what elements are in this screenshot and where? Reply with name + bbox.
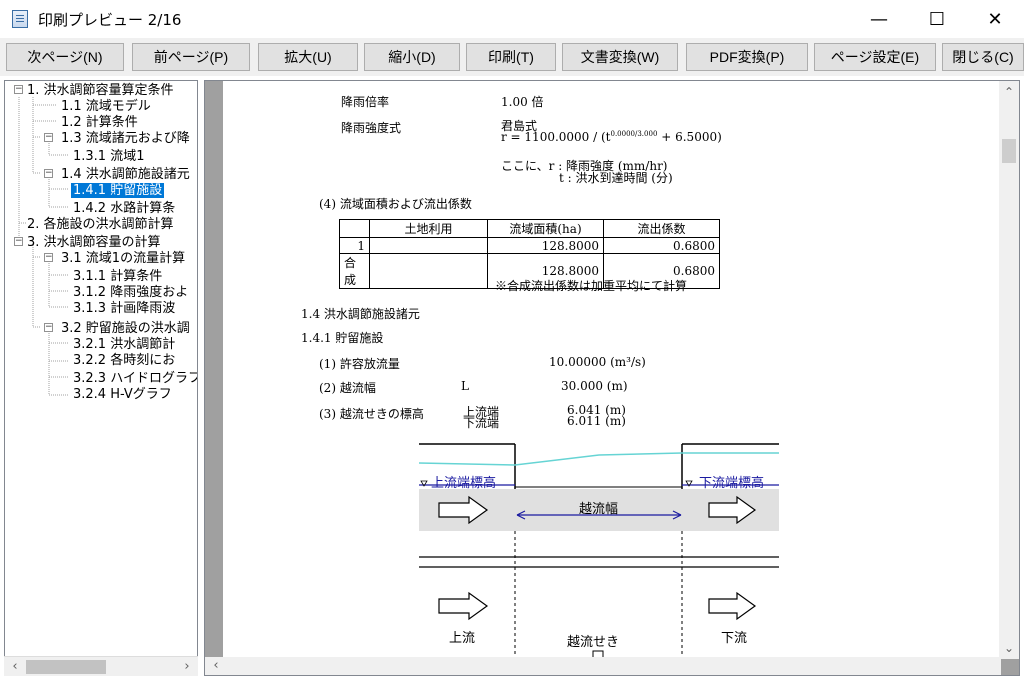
- table-cell: 0.6800: [603, 237, 720, 254]
- section-1-4-heading: 1.4 洪水調節施設諸元: [301, 307, 420, 321]
- downstream-label: 下流: [721, 631, 748, 646]
- minimize-button[interactable]: —: [850, 0, 908, 38]
- scroll-down-arrow-icon[interactable]: ⌄: [999, 639, 1019, 657]
- tree-item[interactable]: 3. 洪水調節容量の計算: [27, 235, 161, 250]
- title-bar: 印刷プレビュー 2/16 — ☐ ✕: [0, 0, 1024, 38]
- tree-item[interactable]: 3.1 流域1の流量計算: [61, 251, 185, 266]
- tree-item[interactable]: 3.2.3 ハイドログラフ: [73, 371, 197, 386]
- tree-horizontal-scrollbar[interactable]: ‹ ›: [4, 656, 198, 676]
- window-controls: — ☐ ✕: [850, 0, 1024, 38]
- preview-area: 降雨倍率 1.00 倍 降雨強度式 君島式 r = 1100.0000 / (t…: [204, 80, 1020, 676]
- scroll-left-arrow-icon[interactable]: ‹: [6, 658, 24, 676]
- tree-item[interactable]: 1.1 流域モデル: [61, 99, 151, 114]
- scrollbar-thumb[interactable]: [26, 660, 106, 674]
- rain-ratio-value: 1.00 倍: [501, 95, 544, 109]
- tree-item[interactable]: 3.1.3 計画降雨波: [73, 301, 175, 316]
- doc-convert-button[interactable]: 文書変換(W): [562, 43, 678, 71]
- table-header-row: 土地利用 流域面積(ha) 流出係数: [339, 219, 720, 238]
- weir-elevation-label: (3) 越流せきの標高: [319, 407, 424, 421]
- next-page-button[interactable]: 次ページ(N): [6, 43, 124, 71]
- formula-end: + 6.5000): [661, 130, 722, 144]
- rain-ratio-label: 降雨倍率: [341, 95, 390, 109]
- tree-item[interactable]: 1. 洪水調節容量算定条件: [27, 83, 174, 98]
- allowable-discharge-value: 10.00000 (m³/s): [549, 355, 646, 369]
- tree-item[interactable]: 1.2 計算条件: [61, 115, 138, 130]
- tree-item[interactable]: 3.2.2 各時刻にお: [73, 353, 175, 368]
- tree-item[interactable]: 2. 各施設の洪水調節計算: [27, 217, 174, 232]
- table-cell: [369, 237, 488, 254]
- formula-text: r = 1100.0000 / (t0.0000/3.000 + 6.5000): [501, 130, 722, 144]
- tree-expander[interactable]: −: [14, 237, 23, 246]
- table-cell: 合成: [339, 253, 370, 289]
- outline-tree[interactable]: − 1. 洪水調節容量算定条件 1.1 流域モデル 1.2 計算条件 − 1.3…: [4, 80, 198, 676]
- flow-arrow-icon: [438, 591, 489, 621]
- downstream-end-label: 下流端: [463, 416, 500, 430]
- table-header-cell: 流出係数: [603, 219, 720, 238]
- preview-page: 降雨倍率 1.00 倍 降雨強度式 君島式 r = 1100.0000 / (t…: [223, 81, 999, 659]
- tree-item[interactable]: 1.3.1 流域1: [73, 149, 144, 164]
- tree-item[interactable]: 1.4 洪水調節施設諸元: [61, 167, 190, 182]
- downstream-elev-value: 6.011 (m): [567, 414, 626, 428]
- scrollbar-thumb[interactable]: [1002, 139, 1016, 163]
- print-button[interactable]: 印刷(T): [466, 43, 556, 71]
- upstream-label: 上流: [449, 631, 476, 646]
- flow-arrow-icon: [708, 591, 757, 621]
- tree-expander[interactable]: −: [44, 133, 53, 142]
- zoom-out-button[interactable]: 縮小(D): [364, 43, 460, 71]
- table-row: 1 128.8000 0.6800: [339, 237, 720, 254]
- weir-width-label: (2) 越流幅: [319, 381, 376, 395]
- table-header-cell: [339, 219, 370, 238]
- maximize-button[interactable]: ☐: [908, 0, 966, 38]
- tree-expander[interactable]: −: [44, 169, 53, 178]
- weir-label: 越流せき: [567, 635, 620, 650]
- intensity-label: 降雨強度式: [341, 121, 402, 135]
- formula-exponent: 0.0000/3.000: [610, 130, 658, 138]
- prev-page-button[interactable]: 前ページ(P): [132, 43, 250, 71]
- weir-width-value: 30.000 (m): [561, 379, 628, 393]
- tree-expander[interactable]: −: [14, 85, 23, 94]
- window-title: 印刷プレビュー 2/16: [38, 10, 182, 29]
- section-4-title: (4) 流域面積および流出係数: [319, 197, 472, 211]
- table-cell: 1: [339, 237, 370, 254]
- section-1-4-1-heading: 1.4.1 貯留施設: [301, 331, 384, 345]
- toolbar: 次ページ(N) 前ページ(P) 拡大(U) 縮小(D) 印刷(T) 文書変換(W…: [0, 38, 1024, 76]
- zoom-in-button[interactable]: 拡大(U): [258, 43, 358, 71]
- table-note: ※合成流出係数は加重平均にて計算: [495, 279, 688, 293]
- pdf-convert-button[interactable]: PDF変換(P): [686, 43, 808, 71]
- table-cell: [369, 253, 488, 289]
- tree-item[interactable]: 3.2 貯留施設の洪水調: [61, 321, 190, 336]
- table-header-cell: 流域面積(ha): [487, 219, 604, 238]
- print-preview-icon: [12, 10, 28, 28]
- tree-item[interactable]: 1.4.2 水路計算条: [73, 201, 175, 216]
- weir-width-diagram-label: 越流幅: [579, 502, 619, 517]
- scroll-right-arrow-icon[interactable]: ›: [178, 658, 196, 676]
- weir-width-symbol: L: [461, 379, 469, 393]
- tree-item[interactable]: 3.1.1 計算条件: [73, 269, 162, 284]
- table-header-cell: 土地利用: [369, 219, 488, 238]
- preview-horizontal-scrollbar[interactable]: ‹: [205, 657, 1001, 675]
- tree-item-selected[interactable]: 1.4.1 貯留施設: [71, 183, 165, 198]
- scroll-up-arrow-icon[interactable]: ⌃: [999, 83, 1019, 101]
- allowable-discharge-label: (1) 許容放流量: [319, 357, 400, 371]
- tree-item[interactable]: 3.2.1 洪水調節計: [73, 337, 175, 352]
- tree-item[interactable]: 3.2.4 H-Vグラフ: [73, 387, 172, 402]
- tree-item[interactable]: 3.1.2 降雨強度およ: [73, 285, 188, 300]
- close-window-button[interactable]: ✕: [966, 0, 1024, 38]
- table-cell: 128.8000: [487, 237, 604, 254]
- formula-base: r = 1100.0000 / (t: [501, 130, 611, 144]
- tree-expander[interactable]: −: [44, 253, 53, 262]
- water-surface-line: [419, 452, 779, 466]
- scroll-left-arrow-icon[interactable]: ‹: [207, 657, 225, 675]
- preview-vertical-scrollbar[interactable]: ⌃ ⌄: [999, 81, 1019, 659]
- close-button[interactable]: 閉じる(C): [942, 43, 1024, 71]
- upstream-elevation-label: 上流端標高: [431, 476, 497, 491]
- tree-item[interactable]: 1.3 流域諸元および降: [61, 131, 190, 146]
- page-setup-button[interactable]: ページ設定(E): [814, 43, 936, 71]
- tree-expander[interactable]: −: [44, 323, 53, 332]
- downstream-elevation-label: 下流端標高: [699, 476, 765, 491]
- where-t: t : 洪水到達時間 (分): [559, 171, 673, 185]
